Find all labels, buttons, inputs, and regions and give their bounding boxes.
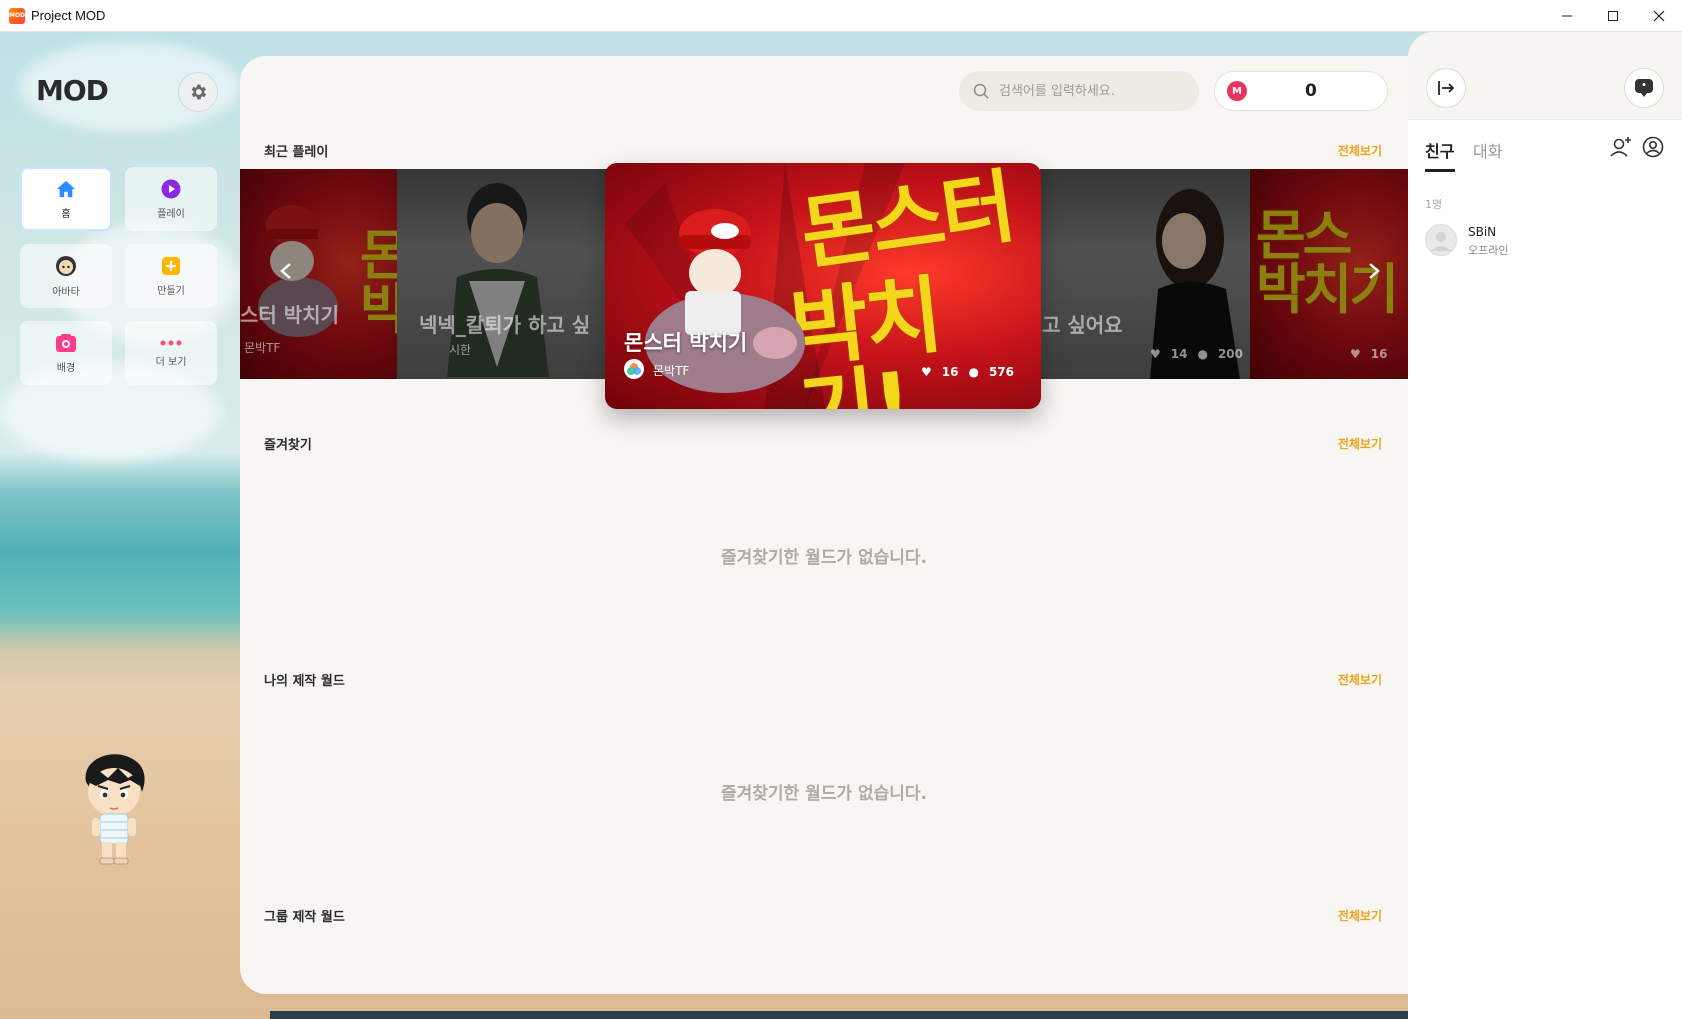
- likes-icon: ♥: [921, 365, 932, 379]
- card-art-character: [645, 209, 805, 393]
- section-title-my-worlds: 나의 제작 월드: [264, 674, 345, 689]
- card-author: 몬박TF: [653, 364, 690, 378]
- card-title: 몬스터 박치기: [624, 331, 748, 355]
- card-stats: ♥ 16 ● 576: [921, 365, 1014, 379]
- gear-icon: [191, 84, 207, 100]
- friends-panel: 친구 대화 1명 SBiN 오프라인: [1408, 32, 1682, 1019]
- friend-count: 1명: [1425, 198, 1443, 211]
- tab-friends[interactable]: 친구: [1425, 138, 1454, 162]
- add-friend-button[interactable]: [1610, 136, 1632, 162]
- nav-label: 배경: [56, 362, 76, 374]
- carousel-prev-button[interactable]: [274, 259, 298, 283]
- app-icon: MOD: [9, 7, 25, 24]
- my-worlds-empty-message: 즐겨찾기한 월드가 없습니다.: [721, 784, 927, 804]
- nav-background[interactable]: 배경: [20, 321, 112, 385]
- maximize-button[interactable]: [1590, 0, 1636, 32]
- players-icon: ●: [968, 365, 979, 379]
- section-title-group-worlds: 그룹 제작 월드: [264, 910, 345, 925]
- notifications-button[interactable]: [1624, 68, 1664, 108]
- app-logo: MOD: [36, 74, 109, 107]
- players-icon: ●: [1197, 347, 1208, 361]
- card-stats: ♥ 14 ● 200: [1150, 347, 1243, 361]
- window-title: Project MOD: [31, 8, 106, 23]
- profile-button[interactable]: [1642, 136, 1664, 162]
- featured-world-card[interactable]: 몬스터 박치기! 몬스터 박치기 몬박TF ♥ 16 ● 576: [605, 163, 1041, 409]
- avatar-placeholder-icon: [1431, 232, 1451, 251]
- mod-coin-icon: M: [1227, 81, 1247, 101]
- card-title: 스터 박치기: [240, 303, 339, 327]
- carousel-card[interactable]: 몬 박 스터 박치기 몬박TF: [240, 169, 397, 379]
- nav-label: 아바타: [52, 286, 80, 298]
- nav-create[interactable]: 만들기: [125, 244, 217, 308]
- see-all-my-worlds[interactable]: 전체보기: [1338, 671, 1382, 688]
- nav-label: 홈: [61, 208, 71, 220]
- card-stats: ♥ 16: [1350, 347, 1387, 361]
- section-title-favorites: 즐겨찾기: [264, 438, 312, 453]
- card-likes: 16: [941, 365, 959, 379]
- search-icon: [973, 83, 989, 99]
- card-title: 넥넥_칼퇴가 하고 싶: [419, 313, 591, 337]
- close-button[interactable]: [1636, 0, 1682, 32]
- carousel-card[interactable]: 고 싶어요 ♥ 14 ● 200: [1040, 169, 1250, 379]
- carousel-card[interactable]: 넥넥_칼퇴가 하고 싶 시한: [397, 169, 607, 379]
- see-all-group-worlds[interactable]: 전체보기: [1338, 907, 1382, 924]
- recent-carousel: 몬 박 스터 박치기 몬박TF 넥넥_칼퇴가 하고 싶 시한 고 싶어요 ♥ 1…: [240, 163, 1408, 409]
- more-icon: [160, 340, 182, 345]
- home-icon: [56, 180, 76, 197]
- add-friend-icon: [1610, 137, 1631, 157]
- search-box[interactable]: [959, 71, 1199, 111]
- friend-name[interactable]: SBiN: [1468, 225, 1496, 239]
- likes-icon: ♥: [1150, 347, 1161, 361]
- nav-label: 만들기: [157, 285, 185, 297]
- coin-balance[interactable]: M 0: [1214, 71, 1388, 111]
- section-title-recent: 최근 플레이: [264, 145, 329, 160]
- nav-label: 더 보기: [155, 356, 187, 368]
- likes-icon: ♥: [1350, 347, 1361, 361]
- card-title: 고 싶어요: [1042, 313, 1123, 337]
- profile-icon: [1642, 136, 1664, 158]
- card-author: 몬박TF: [244, 341, 281, 355]
- background-icon: [56, 333, 76, 352]
- avatar-icon: [56, 255, 76, 276]
- chevron-right-icon: [1369, 263, 1380, 279]
- card-author: 시한: [449, 343, 472, 357]
- active-tab-underline: [1425, 169, 1455, 172]
- window-controls: [1544, 0, 1682, 32]
- carousel-next-button[interactable]: [1362, 259, 1386, 283]
- tab-chat[interactable]: 대화: [1473, 138, 1502, 162]
- minimize-icon: [1562, 15, 1572, 17]
- nav-avatar[interactable]: 아바타: [20, 244, 112, 308]
- nav-more[interactable]: 더 보기: [125, 321, 217, 385]
- card-players: 576: [988, 365, 1015, 379]
- close-icon: [1653, 10, 1665, 22]
- nav-label: 플레이: [157, 208, 185, 220]
- favorites-empty-message: 즐겨찾기한 월드가 없습니다.: [721, 548, 927, 568]
- main-panel: M 0 최근 플레이 전체보기 몬 박 스터 박치기 몬박TF 넥넥_칼퇴가 하…: [240, 56, 1408, 994]
- chat-bubble-icon: [1635, 79, 1653, 97]
- maximize-icon: [1608, 11, 1618, 21]
- search-input[interactable]: [999, 83, 1189, 99]
- coin-value: 0: [1305, 81, 1317, 101]
- collapse-arrow-icon: [1438, 81, 1455, 95]
- collapse-panel-button[interactable]: [1426, 68, 1466, 108]
- friend-status: 오프라인: [1468, 244, 1509, 257]
- card-players: 200: [1217, 347, 1244, 361]
- author-avatar: [624, 359, 644, 379]
- avatar-character: [85, 754, 145, 865]
- window-titlebar: MOD Project MOD: [0, 0, 1682, 32]
- see-all-recent[interactable]: 전체보기: [1338, 142, 1382, 159]
- nav-play[interactable]: 플레이: [125, 167, 217, 231]
- play-icon: [161, 179, 181, 198]
- friend-avatar[interactable]: [1425, 224, 1457, 256]
- card-likes: 16: [1370, 347, 1388, 361]
- card-art-text: 박치기!: [786, 265, 945, 409]
- see-all-favorites[interactable]: 전체보기: [1338, 435, 1382, 452]
- minimize-button[interactable]: [1544, 0, 1590, 32]
- create-icon: [162, 256, 180, 275]
- chevron-left-icon: [280, 263, 291, 279]
- card-likes: 14: [1170, 347, 1188, 361]
- nav-home[interactable]: 홈: [20, 167, 112, 231]
- settings-button[interactable]: [178, 72, 218, 112]
